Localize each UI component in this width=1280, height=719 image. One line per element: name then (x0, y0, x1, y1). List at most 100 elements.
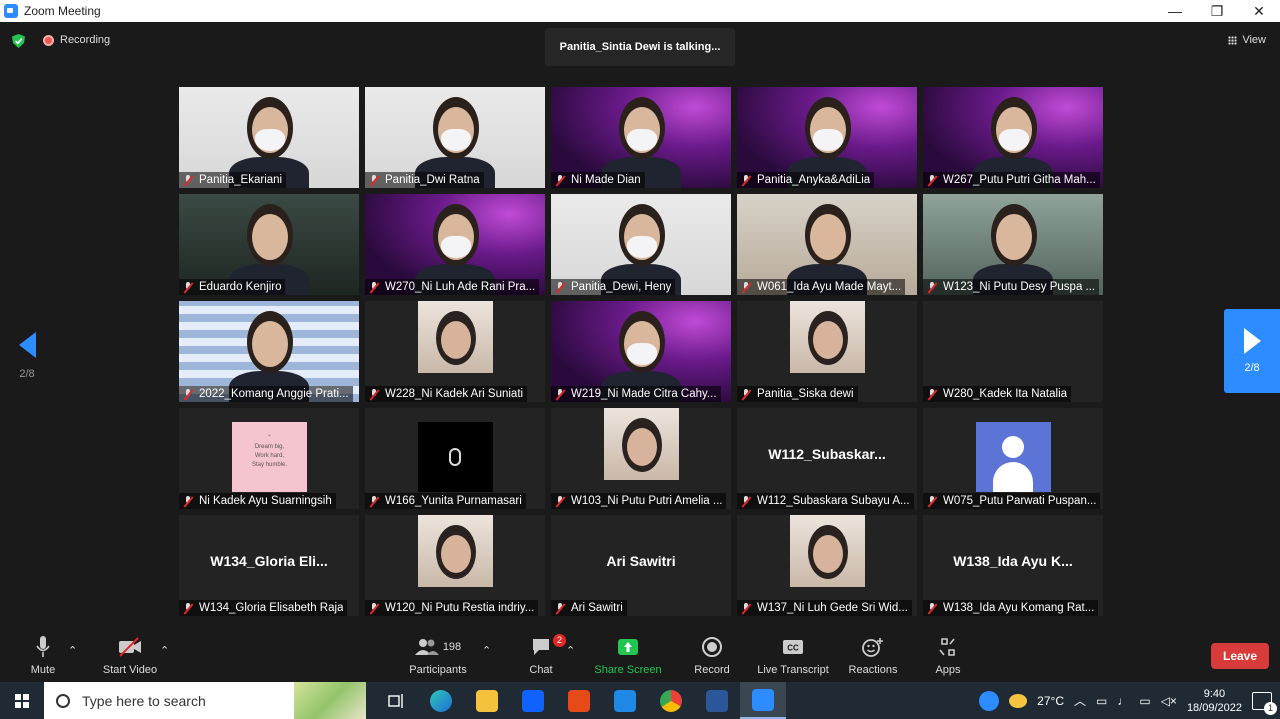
participants-caret-icon[interactable]: ⌃ (482, 644, 491, 657)
previous-page-button[interactable]: 2/8 (12, 332, 42, 380)
arrow-left-icon (18, 332, 36, 358)
participant-tile[interactable]: 2022_Komang Anggie Prati... (179, 301, 359, 402)
chat-caret-icon[interactable]: ⌃ (566, 644, 575, 657)
taskbar-mail[interactable] (602, 682, 648, 719)
participants-icon (414, 639, 439, 655)
mute-button[interactable]: Mute (24, 634, 62, 676)
apps-button[interactable]: Apps (930, 634, 966, 676)
participant-display-name: Ari Sawitri (606, 553, 676, 569)
participant-tile[interactable]: W112_Subaskar... W112_Subaskara Subayu A.… (737, 408, 917, 509)
taskbar-word[interactable] (694, 682, 740, 719)
participant-tile[interactable]: W075_Putu Parwati Puspan... (923, 408, 1103, 509)
window-titlebar: Zoom Meeting — ❐ ✕ (0, 0, 1280, 22)
taskbar-search-box[interactable]: Type here to search (44, 682, 366, 719)
participants-button[interactable]: 198 Participants (404, 634, 472, 676)
audio-options-caret-icon[interactable]: ⌃ (68, 644, 77, 657)
view-label: View (1242, 34, 1266, 46)
reactions-button[interactable]: Reactions (846, 634, 900, 676)
muted-microphone-icon (368, 388, 380, 400)
participant-name-label: W270_Ni Luh Ade Rani Pra... (365, 279, 540, 295)
participant-name: W270_Ni Luh Ade Rani Pra... (385, 281, 536, 293)
speaker-muted-icon[interactable]: ◁× (1161, 694, 1177, 708)
help-icon[interactable] (979, 690, 1000, 711)
next-page-button[interactable]: 2/8 (1224, 309, 1280, 393)
participant-tile[interactable]: W103_Ni Putu Putri Amelia ... (551, 408, 731, 509)
participant-tile[interactable]: Ni Made Dian (551, 87, 731, 188)
participant-tile[interactable]: W280_Kadek Ita Natalia (923, 301, 1103, 402)
muted-microphone-icon (368, 281, 380, 293)
participant-tile[interactable]: W123_Ni Putu Desy Puspa ... (923, 194, 1103, 295)
task-view-button[interactable] (372, 682, 418, 719)
minimize-button[interactable]: — (1154, 0, 1196, 22)
taskbar-clock[interactable]: 9:40 18/09/2022 (1187, 687, 1242, 715)
participant-tile[interactable]: W134_Gloria Eli... W134_Gloria Elisabeth … (179, 515, 359, 616)
participant-tile[interactable]: W061_Ida Ayu Made Mayt... (737, 194, 917, 295)
chrome-icon (660, 689, 682, 712)
folder-icon (476, 689, 498, 712)
participant-tile[interactable]: Ari Sawitri Ari Sawitri (551, 515, 731, 616)
participant-name: Ni Made Dian (571, 174, 641, 186)
taskbar-zoom[interactable] (740, 682, 786, 719)
battery-icon[interactable]: ▭ (1139, 694, 1150, 708)
close-button[interactable]: ✕ (1238, 0, 1280, 22)
participant-tile[interactable]: W270_Ni Luh Ade Rani Pra... (365, 194, 545, 295)
video-options-caret-icon[interactable]: ⌃ (160, 644, 169, 657)
windows-taskbar: Type here to search 27°C ︿ ▭ ♩ ▭ ◁× 9:40… (0, 682, 1280, 719)
participant-name-label: W138_Ida Ayu Komang Rat... (923, 600, 1099, 616)
participant-name: W061_Ida Ayu Made Mayt... (757, 281, 902, 293)
muted-microphone-icon (554, 495, 566, 507)
participant-tile[interactable]: W138_Ida Ayu K... W138_Ida Ayu Komang Rat… (923, 515, 1103, 616)
notifications-icon[interactable]: 1 (1252, 691, 1277, 715)
restore-button[interactable]: ❐ (1196, 0, 1238, 22)
participant-tile[interactable]: Panitia_Dewi, Heny (551, 194, 731, 295)
start-video-button[interactable]: Start Video (100, 634, 160, 676)
network-icon[interactable]: ▭ (1096, 694, 1107, 708)
share-screen-button[interactable]: Share Screen (592, 634, 664, 676)
live-transcript-button[interactable]: CC Live Transcript (754, 634, 832, 676)
temperature[interactable]: 27°C (1037, 694, 1064, 708)
participant-name-label: W061_Ida Ayu Made Mayt... (737, 279, 906, 295)
participant-name: W166_Yunita Purnamasari (385, 495, 522, 507)
participant-tile[interactable]: W267_Putu Putri Githa Mah... (923, 87, 1103, 188)
encryption-shield-icon[interactable] (12, 34, 25, 48)
window-title: Zoom Meeting (24, 4, 101, 18)
participant-tile[interactable]: W120_Ni Putu Restia indriy... (365, 515, 545, 616)
participant-tile[interactable]: W219_Ni Made Citra Cahy... (551, 301, 731, 402)
svg-text:CC: CC (787, 644, 799, 653)
start-button[interactable] (0, 682, 44, 719)
participant-tile[interactable]: W228_Ni Kadek Ari Suniati (365, 301, 545, 402)
participant-name-label: Panitia_Anyka&AdiLia (737, 172, 875, 188)
participant-tile[interactable]: Panitia_Anyka&AdiLia (737, 87, 917, 188)
taskbar-chrome[interactable] (648, 682, 694, 719)
word-icon (706, 689, 728, 712)
taskbar-edge[interactable] (418, 682, 464, 719)
participant-name: W267_Putu Putri Githa Mah... (943, 174, 1096, 186)
participant-name-label: Eduardo Kenjiro (179, 279, 286, 295)
participant-tile[interactable]: Panitia_Dwi Ratna (365, 87, 545, 188)
participant-name-label: W075_Putu Parwati Puspan... (923, 493, 1101, 509)
chat-button[interactable]: 2 Chat (524, 634, 566, 676)
leave-button[interactable]: Leave (1211, 643, 1269, 669)
taskbar-file-explorer[interactable] (464, 682, 510, 719)
microphone-tray-icon[interactable]: ♩ (1117, 694, 1129, 708)
participant-tile[interactable]: W137_Ni Luh Gede Sri Wid... (737, 515, 917, 616)
participant-name-label: Ni Made Dian (551, 172, 645, 188)
meeting-area: Recording Panitia_Sintia Dewi is talking… (0, 22, 1280, 632)
participant-tile[interactable]: Eduardo Kenjiro (179, 194, 359, 295)
participant-tile[interactable]: “ Dream big, Work hard, Stay humble. Ni K… (179, 408, 359, 509)
chevron-up-icon[interactable]: ︿ (1074, 692, 1086, 709)
participant-tile[interactable]: W166_Yunita Purnamasari (365, 408, 545, 509)
view-button[interactable]: View (1228, 34, 1266, 46)
record-button[interactable]: Record (690, 634, 734, 676)
recording-indicator[interactable]: Recording (43, 34, 110, 46)
task-view-icon (388, 693, 403, 708)
participant-name-label: W219_Ni Made Citra Cahy... (551, 386, 721, 402)
participant-tile[interactable]: Panitia_Ekariani (179, 87, 359, 188)
apps-label: Apps (935, 664, 961, 676)
muted-microphone-icon (368, 495, 380, 507)
taskbar-office[interactable] (556, 682, 602, 719)
weather-icon[interactable] (1009, 693, 1028, 708)
muted-microphone-icon (554, 174, 566, 186)
taskbar-dropbox[interactable] (510, 682, 556, 719)
participant-tile[interactable]: Panitia_Siska dewi (737, 301, 917, 402)
